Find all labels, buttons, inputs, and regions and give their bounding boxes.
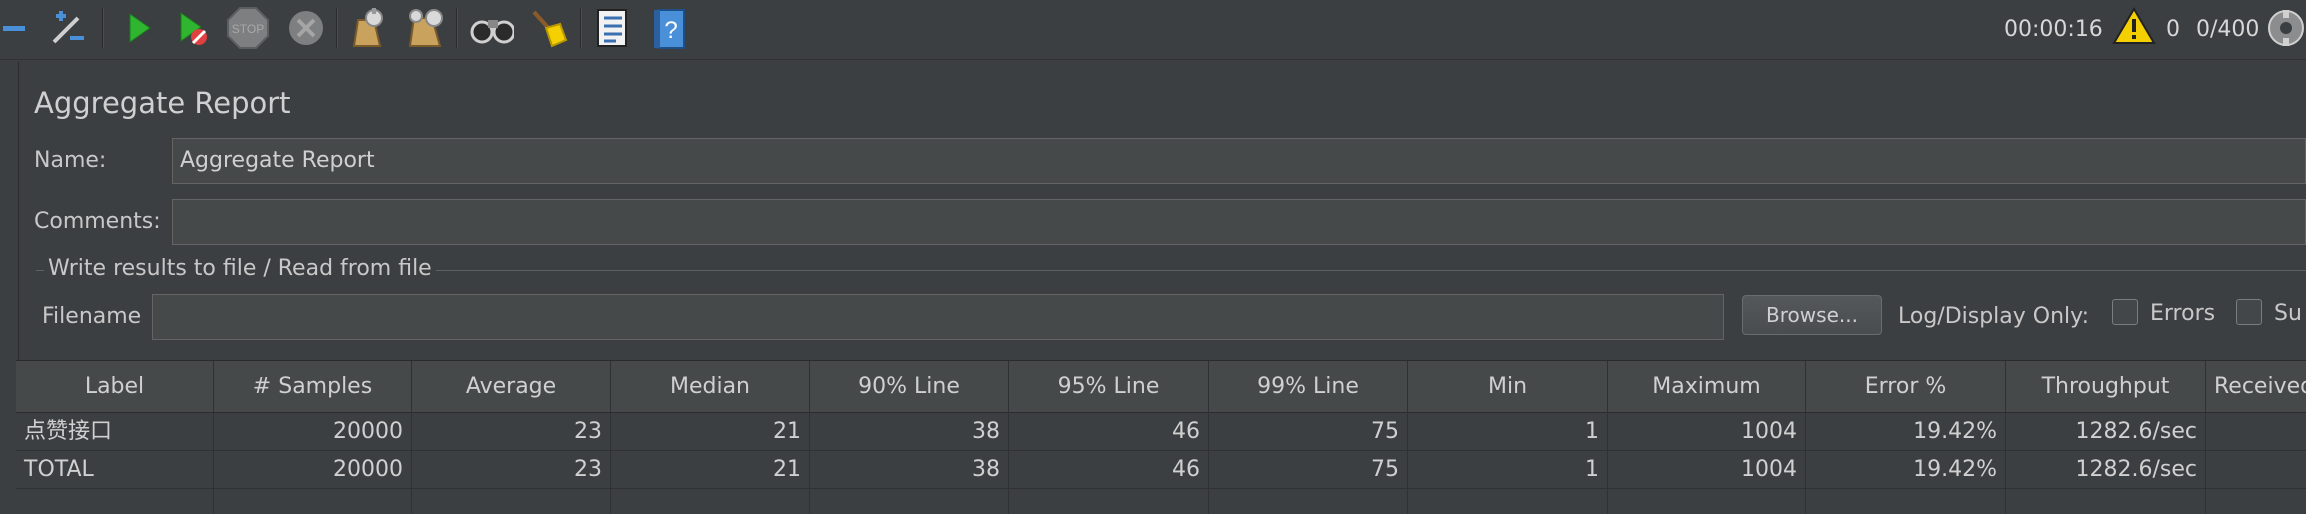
start-no-pauses-icon[interactable] (170, 6, 214, 50)
elapsed-time: 00:00:16 (2004, 17, 2103, 42)
active-threads: 0/400 (2196, 17, 2260, 42)
column-header[interactable]: Received (2206, 361, 2306, 413)
column-header[interactable]: 95% Line (1009, 361, 1209, 413)
warning-count: 0 (2166, 17, 2180, 42)
function-helper-icon[interactable] (590, 6, 634, 50)
warning-icon[interactable] (2112, 4, 2156, 48)
table-cell: 1004 (1608, 413, 1806, 451)
clear-all-icon[interactable] (402, 6, 446, 50)
table-cell: 38 (810, 451, 1009, 489)
table-cell: 点赞接口 (16, 413, 214, 451)
search-icon[interactable] (470, 6, 514, 50)
toggle-icon[interactable] (46, 6, 90, 50)
table-cell: 46 (1009, 413, 1209, 451)
remote-icon[interactable] (2264, 6, 2306, 50)
filename-field[interactable] (152, 294, 1724, 340)
table-cell: 20000 (214, 413, 412, 451)
table-cell: 1282.6/sec (2006, 451, 2206, 489)
table-cell: 1282.6/sec (2006, 413, 2206, 451)
column-header[interactable]: # Samples (214, 361, 412, 413)
table-cell: 1 (1408, 413, 1608, 451)
table-cell: 1 (1408, 451, 1608, 489)
table-cell: 75 (1209, 451, 1408, 489)
table-cell: 21 (611, 451, 810, 489)
table-cell: 46 (1009, 451, 1209, 489)
aggregate-table: Label # Samples Average Median 90% Line … (16, 360, 2306, 514)
table-row[interactable]: 点赞接口 20000 23 21 38 46 75 1 1004 19.42% … (16, 413, 2306, 451)
table-cell: 19.42% (1806, 413, 2006, 451)
reset-search-icon[interactable] (526, 6, 570, 50)
filename-label: Filename (42, 304, 142, 329)
table-cell: 75 (1209, 413, 1408, 451)
successes-checkbox[interactable] (2236, 299, 2262, 325)
log-display-label: Log/Display Only: (1898, 304, 2089, 329)
column-header[interactable]: 99% Line (1209, 361, 1408, 413)
collapse-icon[interactable] (0, 6, 34, 50)
column-header[interactable]: Error % (1806, 361, 2006, 413)
column-header[interactable]: Min (1408, 361, 1608, 413)
errors-checkbox[interactable] (2112, 299, 2138, 325)
table-cell (2206, 413, 2306, 451)
start-icon[interactable] (116, 6, 160, 50)
table-cell: 20000 (214, 451, 412, 489)
browse-button[interactable]: Browse... (1742, 295, 1882, 335)
table-row-empty (16, 489, 2306, 514)
name-label: Name: (34, 148, 107, 173)
svg-text:?: ? (664, 17, 677, 44)
comments-label: Comments: (34, 209, 161, 234)
name-field[interactable]: Aggregate Report (172, 138, 2306, 184)
table-cell: 1004 (1608, 451, 1806, 489)
column-header[interactable]: Throughput (2006, 361, 2206, 413)
errors-label: Errors (2150, 301, 2216, 326)
table-row[interactable]: TOTAL 20000 23 21 38 46 75 1 1004 19.42%… (16, 451, 2306, 489)
stop-icon[interactable]: STOP (226, 6, 270, 50)
table-cell: 21 (611, 413, 810, 451)
column-header[interactable]: Average (412, 361, 611, 413)
help-icon[interactable]: ? (648, 6, 692, 50)
file-group-title: Write results to file / Read from file (44, 256, 436, 281)
successes-label: Su (2274, 301, 2302, 326)
comments-field[interactable] (172, 199, 2306, 245)
clear-icon[interactable] (344, 6, 388, 50)
svg-text:STOP: STOP (232, 22, 264, 36)
toolbar: STOP ? 00:00:16 0 0/400 (0, 0, 2306, 60)
column-header[interactable]: Maximum (1608, 361, 1806, 413)
table-cell: 23 (412, 451, 611, 489)
column-header[interactable]: Median (611, 361, 810, 413)
table-header-row: Label # Samples Average Median 90% Line … (16, 361, 2306, 413)
column-header[interactable]: Label (16, 361, 214, 413)
table-cell: 23 (412, 413, 611, 451)
column-header[interactable]: 90% Line (810, 361, 1009, 413)
table-cell: 38 (810, 413, 1009, 451)
table-cell: TOTAL (16, 451, 214, 489)
table-cell (2206, 451, 2306, 489)
shutdown-icon[interactable] (284, 6, 328, 50)
page-title: Aggregate Report (34, 86, 291, 120)
table-cell: 19.42% (1806, 451, 2006, 489)
